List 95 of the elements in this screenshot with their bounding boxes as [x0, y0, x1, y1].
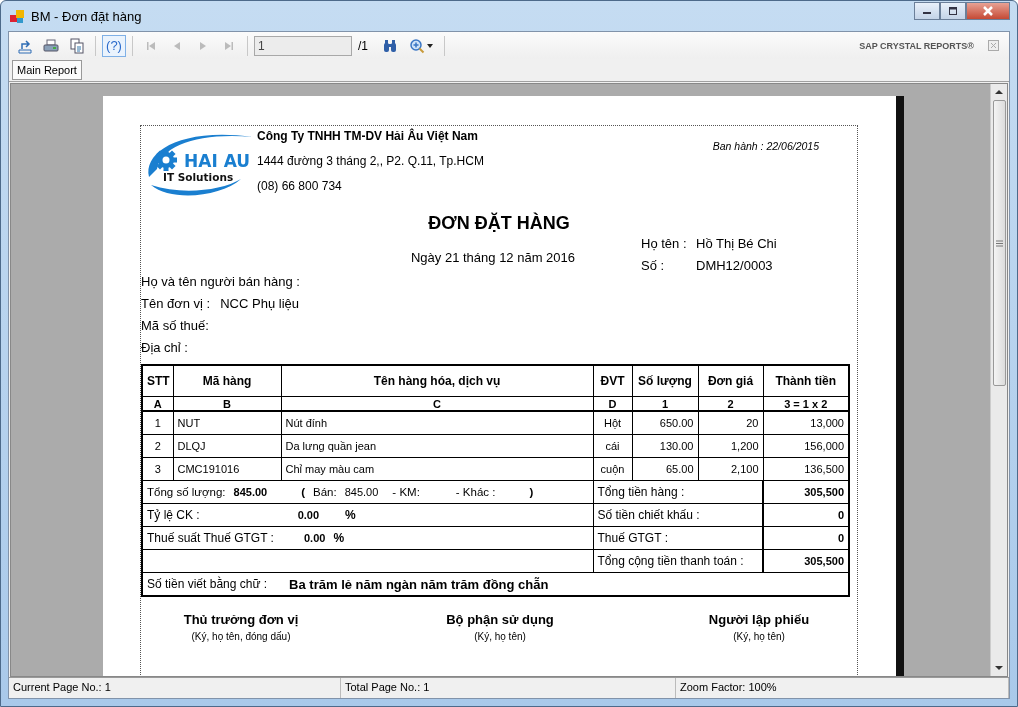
summary-text: %	[345, 508, 356, 522]
table-cell: 2	[142, 434, 173, 458]
status-text: Total Page No.: 1	[341, 678, 676, 698]
column-code: 1	[632, 396, 698, 411]
printer-icon	[43, 37, 59, 54]
signature-title: Bộ phận sử dụng	[446, 612, 554, 627]
table-cell: CMC191016	[173, 457, 281, 481]
company-address: 1444 đường 3 tháng 2,, P2. Q.11, Tp.HCM	[257, 154, 484, 168]
app-icon	[9, 8, 25, 24]
window-title: BM - Đơn đặt hàng	[31, 8, 143, 24]
field-label: Họ và tên người bán hàng :	[141, 273, 300, 289]
table-cell: 130.00	[632, 434, 698, 458]
summary-text: 0.00	[303, 532, 326, 544]
table-cell: Da lưng quần jean	[281, 434, 593, 458]
table-cell: cái	[593, 434, 632, 458]
signature-note: (Ký, họ tên)	[733, 631, 785, 642]
table-cell: cuộn	[593, 457, 632, 481]
table-cell: 65.00	[632, 457, 698, 481]
summary-value: 305,500	[763, 480, 849, 504]
zoom-in-icon	[409, 37, 425, 54]
summary-text: Tổng số lượng:	[147, 486, 226, 498]
export-icon	[17, 37, 33, 54]
table-cell: Hột	[593, 411, 632, 435]
column-code: C	[281, 396, 593, 411]
column-code: D	[593, 396, 632, 411]
summary-text: - KM:	[392, 486, 420, 498]
field-value: NCC Phụ liệu	[220, 295, 299, 311]
page-total: /1	[358, 38, 368, 53]
summary-text: )	[529, 486, 534, 498]
table-cell: NUT	[173, 411, 281, 435]
field-label: Tên đơn vị :	[141, 295, 211, 311]
summary-text: 0.00	[297, 509, 320, 521]
amount-in-words: Ba trăm lẻ năm ngàn năm trăm đồng chẵn	[289, 576, 549, 592]
caret-icon	[427, 43, 433, 48]
summary-value: 305,500	[763, 549, 849, 573]
company-phone: (08) 66 800 734	[257, 179, 343, 193]
vertical-scrollbar[interactable]	[990, 84, 1007, 676]
column-code: B	[173, 396, 281, 411]
field-label: Địa chỉ :	[141, 339, 188, 355]
table-cell: DLQJ	[173, 434, 281, 458]
summary-value: 0	[763, 503, 849, 527]
table-cell: Chỉ may màu cam	[281, 457, 593, 481]
column-header: Đơn giá	[698, 365, 763, 397]
help-button[interactable]: (?)	[102, 34, 126, 57]
table-cell: 1,200	[698, 434, 763, 458]
close-icon	[982, 6, 994, 16]
summary-text: 845.00	[233, 486, 268, 498]
summary-text: %	[333, 531, 345, 545]
field-label: Họ tên :	[641, 236, 688, 251]
column-code: 2	[698, 396, 763, 411]
column-header: Mã hàng	[173, 365, 281, 397]
status-text: Zoom Factor: 100%	[676, 678, 1009, 698]
signature-title: Người lập phiếu	[708, 612, 810, 627]
report-title: ĐƠN ĐẶT HÀNG	[427, 213, 571, 235]
table-cell: Nút đính	[281, 411, 593, 435]
summary-text: Thuế suất Thuế GTGT :	[147, 531, 274, 545]
page-number-field[interactable]: 1	[254, 35, 352, 56]
summary-text: (	[301, 486, 306, 498]
table-cell: 650.00	[632, 411, 698, 435]
maximize-button[interactable]	[940, 2, 966, 20]
column-header: STT	[142, 365, 173, 397]
column-code: A	[142, 396, 173, 411]
company-name: Công Ty TNHH TM-DV Hải Âu Việt Nam	[257, 129, 479, 143]
order-date: Ngày 21 tháng 12 năm 2016	[409, 250, 577, 267]
column-header: Tên hàng hóa, dịch vụ	[281, 365, 593, 397]
summary-value: 0	[763, 526, 849, 550]
summary-text: - Khác :	[455, 486, 496, 498]
signature-note: (Ký, họ tên, đóng dấu)	[191, 631, 291, 642]
table-cell: 1	[142, 411, 173, 435]
report-tab[interactable]: Main Report	[12, 60, 82, 80]
table-cell: 20	[698, 411, 763, 435]
close-icon	[988, 40, 999, 51]
minimize-button[interactable]	[914, 2, 940, 20]
field-label: Số :	[641, 258, 666, 273]
summary-text: 845.00	[344, 486, 379, 498]
field-value: DMH12/0003	[696, 258, 774, 273]
field-value: Hồ Thị Bé Chi	[696, 236, 778, 251]
issue-date: Ban hành : 22/06/2015	[712, 140, 819, 152]
summary-text: Tỷ lệ CK :	[147, 508, 200, 522]
close-button[interactable]	[966, 2, 1010, 20]
column-header: Số lượng	[632, 365, 698, 397]
copy-icon	[69, 37, 85, 54]
grip-icon	[995, 239, 1003, 247]
summary-text: Bán:	[313, 486, 337, 498]
field-label: Mã số thuế:	[141, 317, 209, 333]
status-text: Current Page No.: 1	[9, 678, 341, 698]
maximize-icon	[948, 7, 958, 15]
binoculars-icon	[382, 37, 398, 54]
table-cell: 3	[142, 457, 173, 481]
table-cell: 2,100	[698, 457, 763, 481]
brand-label: SAP CRYSTAL REPORTS®	[859, 40, 974, 51]
signature-title: Thủ trưởng đơn vị	[183, 612, 299, 627]
signature-note: (Ký, họ tên)	[474, 631, 526, 642]
amount-in-words-label: Số tiền viết bằng chữ :	[147, 577, 268, 591]
column-header: ĐVT	[593, 365, 632, 397]
